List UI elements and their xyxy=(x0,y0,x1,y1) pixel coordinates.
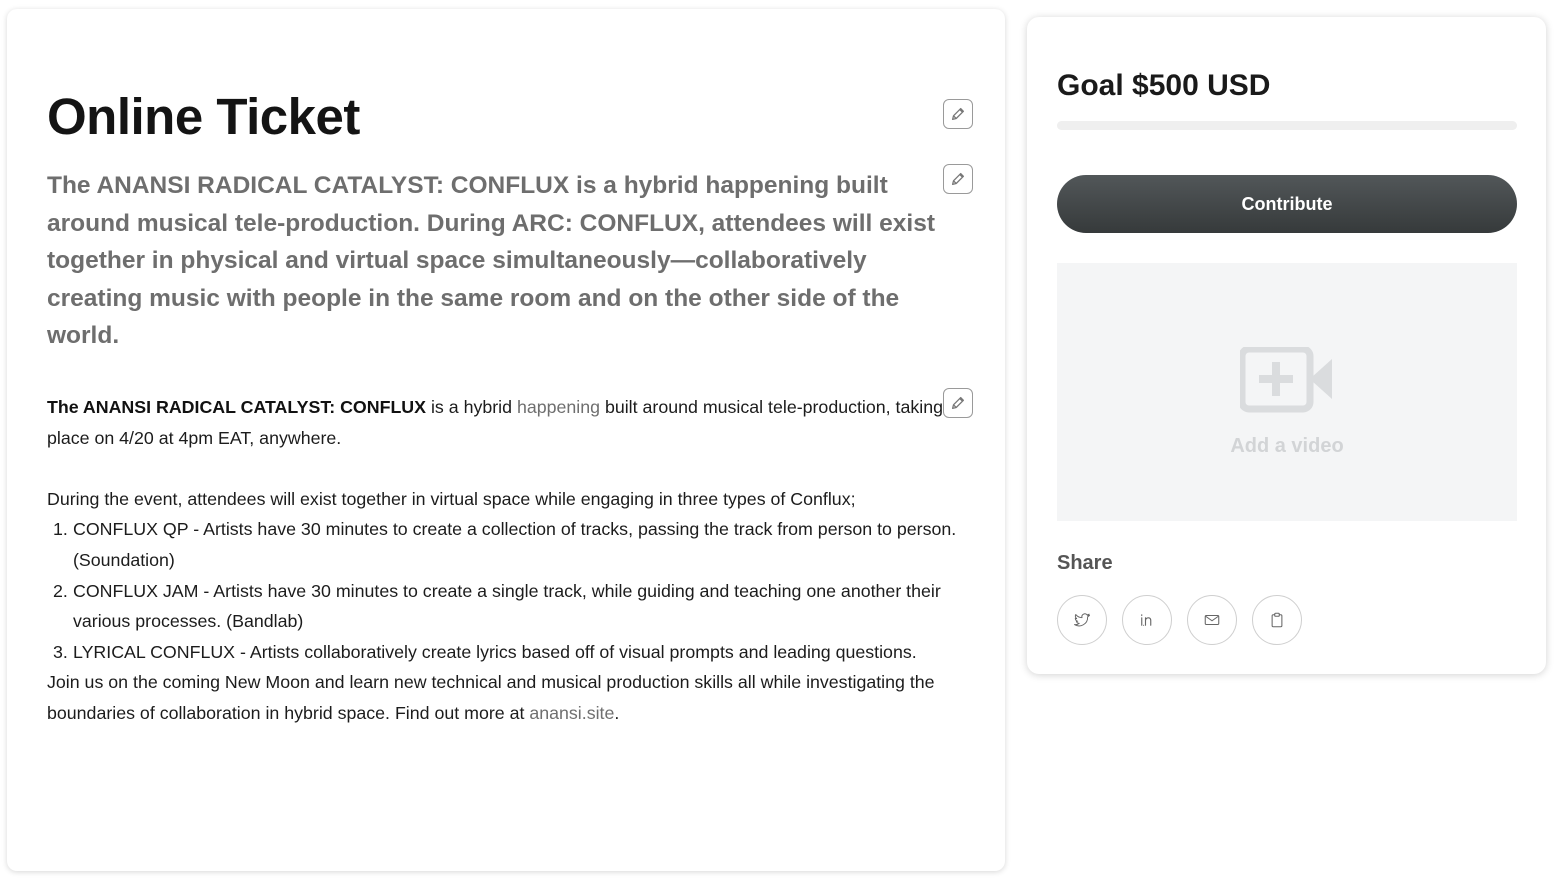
add-video-area[interactable]: Add a video xyxy=(1057,263,1517,521)
add-video-label: Add a video xyxy=(1230,435,1344,457)
pencil-icon xyxy=(951,107,965,121)
event-name-strong: The ANANSI RADICAL CATALYST: CONFLUX xyxy=(47,397,427,417)
edit-lead-button[interactable] xyxy=(943,164,973,194)
page-title: Online Ticket xyxy=(47,88,360,145)
happening-link[interactable]: happening xyxy=(517,397,600,417)
conflux-list: 1. CONFLUX QP - Artists have 30 minutes t… xyxy=(47,514,977,667)
goal-amount: Goal $500 USD xyxy=(1057,69,1271,102)
list-text: CONFLUX JAM - Artists have 30 minutes to… xyxy=(73,580,941,632)
share-twitter-button[interactable] xyxy=(1057,595,1107,645)
list-number: 3. xyxy=(53,641,68,662)
contribute-button[interactable]: Contribute xyxy=(1057,175,1517,233)
email-icon xyxy=(1204,614,1220,626)
during-paragraph: During the event, attendees will exist t… xyxy=(47,488,856,509)
closing-paragraph: Join us on the coming New Moon and learn… xyxy=(47,667,977,728)
closing-end: . xyxy=(614,702,620,723)
video-add-icon xyxy=(1240,347,1332,413)
description-body: The ANANSI RADICAL CATALYST: CONFLUX is … xyxy=(47,392,977,729)
edit-title-button[interactable] xyxy=(943,99,973,129)
goal-progress-bar xyxy=(1057,121,1517,130)
list-number: 2. xyxy=(53,580,68,601)
list-item: 2. CONFLUX JAM - Artists have 30 minutes … xyxy=(47,576,977,637)
list-item: 1. CONFLUX QP - Artists have 30 minutes t… xyxy=(47,514,977,575)
list-item: 3. LYRICAL CONFLUX - Artists collaborativ… xyxy=(47,637,977,668)
funding-card: Goal $500 USD Contribute Add a video Sha… xyxy=(1027,17,1546,674)
clipboard-icon xyxy=(1271,612,1283,628)
share-linkedin-button[interactable] xyxy=(1122,595,1172,645)
intro-paragraph: The ANANSI RADICAL CATALYST: CONFLUX is … xyxy=(47,392,977,453)
lead-paragraph: The ANANSI RADICAL CATALYST: CONFLUX is … xyxy=(47,172,935,349)
pencil-icon xyxy=(951,172,965,186)
share-heading: Share xyxy=(1057,552,1113,574)
twitter-icon xyxy=(1074,613,1090,627)
copy-link-button[interactable] xyxy=(1252,595,1302,645)
linkedin-icon xyxy=(1141,614,1152,626)
share-email-button[interactable] xyxy=(1187,595,1237,645)
anansi-site-link[interactable]: anansi.site xyxy=(529,703,614,723)
pencil-icon xyxy=(951,396,965,410)
intro-text: is a hybrid xyxy=(426,397,517,417)
edit-body-button[interactable] xyxy=(943,388,973,418)
closing-text: Join us on the coming New Moon and learn… xyxy=(47,672,935,723)
list-text: LYRICAL CONFLUX - Artists collaborativel… xyxy=(73,641,917,662)
main-card: Online Ticket The ANANSI RADICAL CATALYS… xyxy=(7,9,1005,871)
list-text: CONFLUX QP - Artists have 30 minutes to … xyxy=(73,519,957,570)
list-number: 1. xyxy=(53,519,68,540)
page: Online Ticket The ANANSI RADICAL CATALYS… xyxy=(0,0,1566,879)
